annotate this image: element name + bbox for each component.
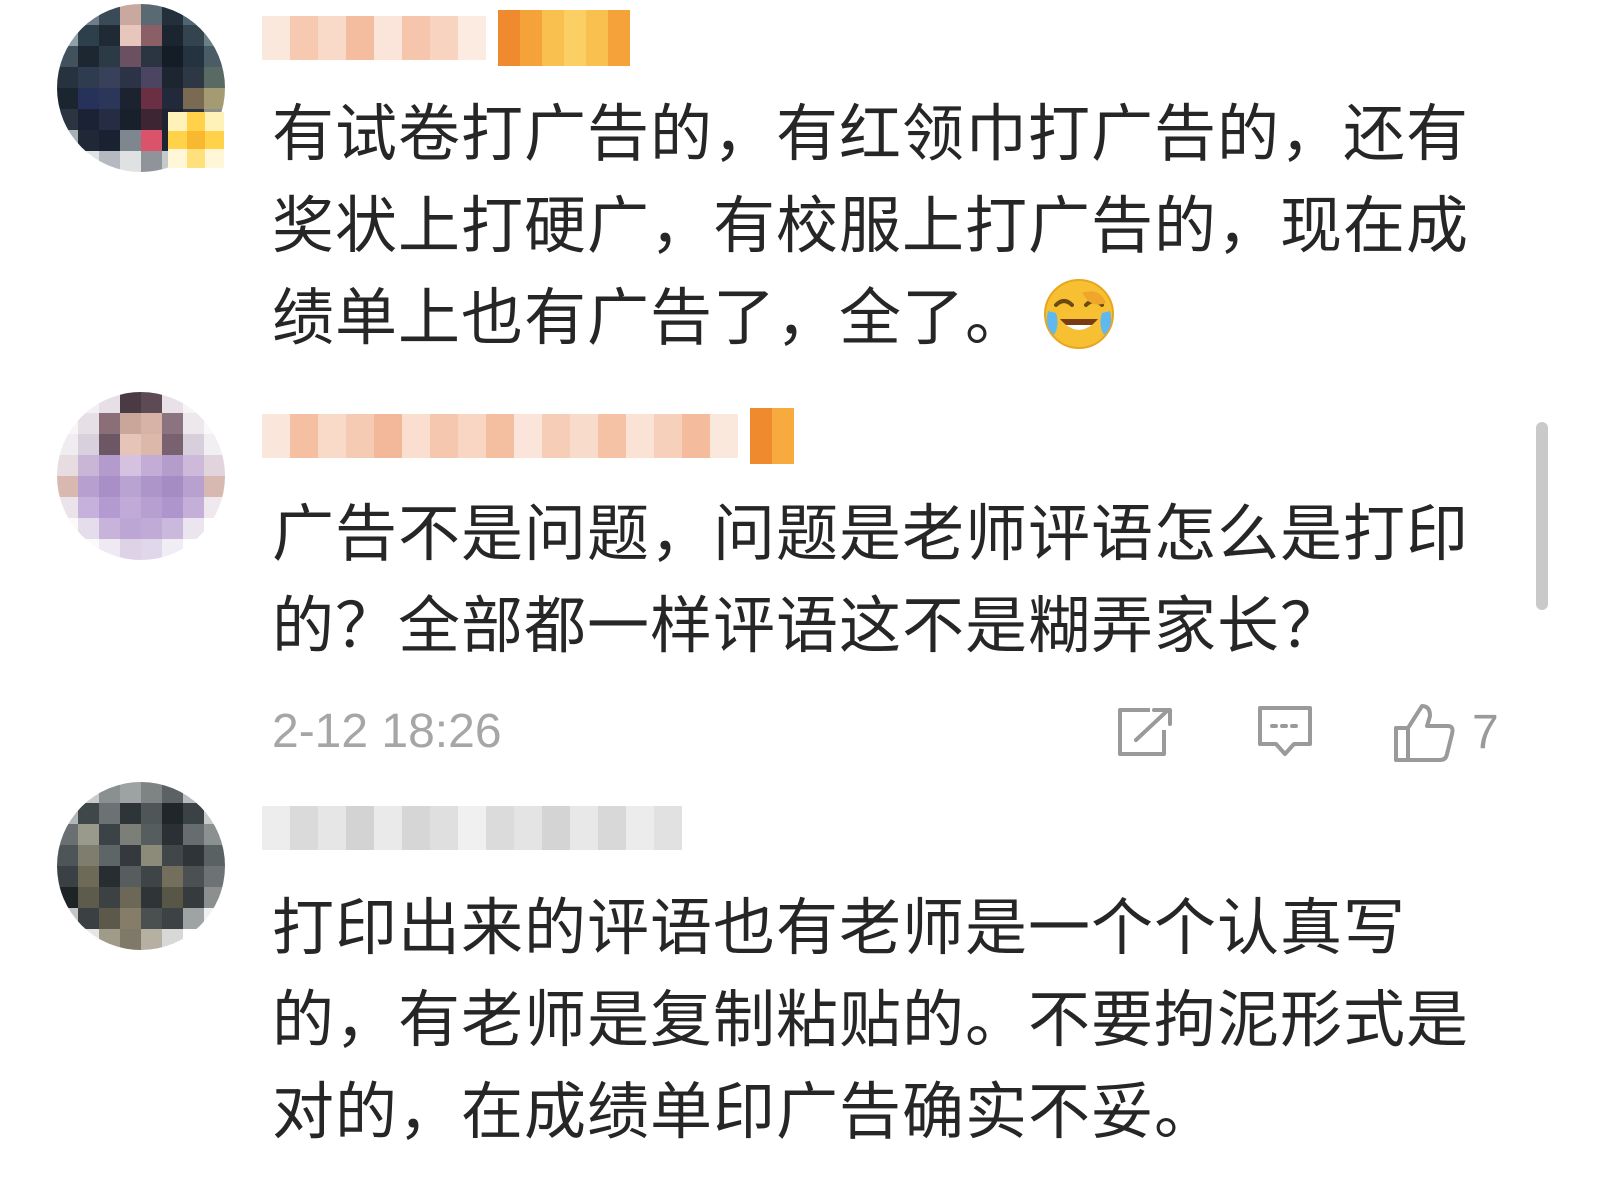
avatar[interactable] [57,782,225,950]
comment-text-line: 奖状上打硬广，有校服上打广告的，现在成 [272,189,1470,262]
username-blurred[interactable] [262,798,682,858]
share-icon [1118,708,1172,756]
comment-timestamp: 2-12 18:26 [272,705,502,758]
comment-text-line: 的？全部都一样评语这不是糊弄家长？ [272,589,1344,662]
verified-badge-icon [168,112,224,168]
comment-text: 打印出来的评语也有老师是一个个认真写 的，有老师是复制粘贴的。不要拘泥形式是 对… [272,882,1492,1158]
avatar[interactable] [57,392,225,560]
comment-text-line: 打印出来的评语也有老师是一个个认真写 [272,891,1407,964]
comment-button[interactable] [1254,700,1316,764]
username-mosaic [262,414,738,458]
username-mosaic [262,806,682,850]
member-badge-icon [750,408,794,464]
comment-icon [1258,706,1312,756]
comment-text-segment: 绩单上也有广告了，全了。 [272,281,1029,354]
comment-list: 有试卷打广告的，有红领巾打广告的，还有 奖状上打硬广，有校服上打广告的，现在成 … [0,0,1600,1200]
comment-text-line: 广告不是问题，问题是老师评语怎么是打印 [272,497,1470,570]
comment-text: 有试卷打广告的，有红领巾打广告的，还有 奖状上打硬广，有校服上打广告的，现在成 … [272,88,1492,364]
like-button[interactable]: 7 [1392,700,1499,764]
like-count: 7 [1472,705,1499,759]
member-badge-icon [498,10,630,66]
comment-text: 广告不是问题，问题是老师评语怎么是打印 的？全部都一样评语这不是糊弄家长？ [272,488,1492,672]
face-with-tears-of-joy-icon [1044,279,1115,349]
thumbs-up-icon [1394,704,1455,762]
comment-text-line: 绩单上也有广告了，全了。 [272,272,1492,364]
share-button[interactable] [1114,700,1176,764]
comment-text-line: 对的，在成绩单印广告确实不妥。 [272,1075,1218,1148]
username-mosaic [262,16,486,60]
scrollbar[interactable] [1536,422,1548,610]
username-blurred[interactable] [262,8,630,68]
comment-meta-row: 2-12 18:26 7 [272,700,1522,764]
comment-text-line: 有试卷打广告的，有红领巾打广告的，还有 [272,97,1470,170]
comment-text-line: 的，有老师是复制粘贴的。不要拘泥形式是 [272,983,1470,1056]
username-blurred[interactable] [262,406,794,466]
